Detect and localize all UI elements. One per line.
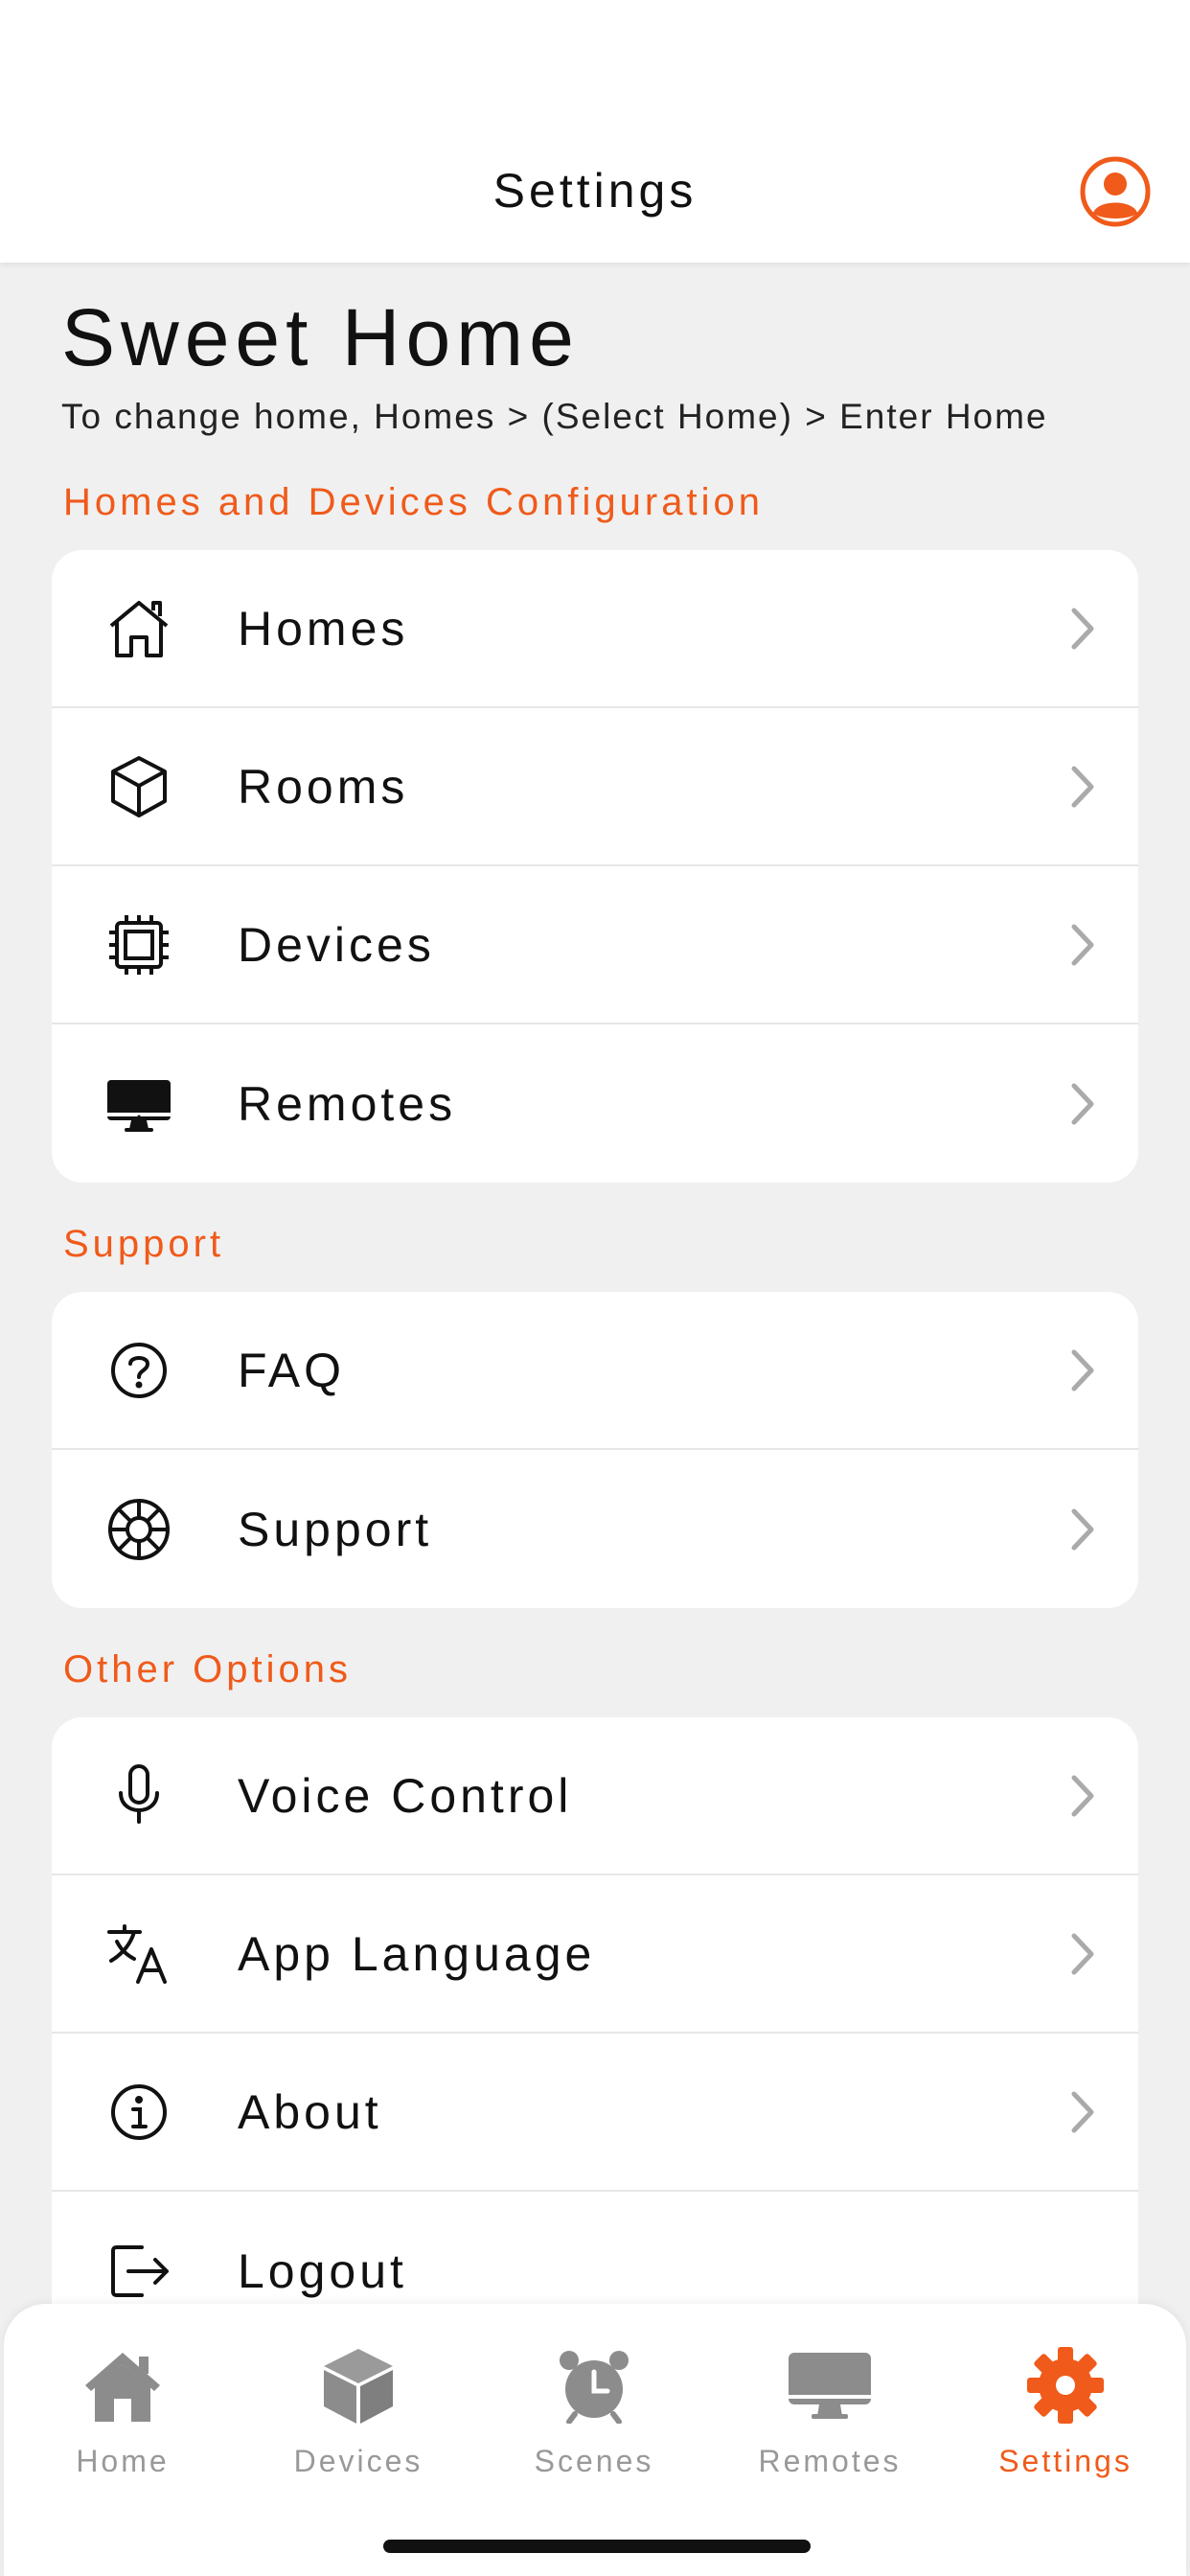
tab-scenes[interactable]: Scenes <box>479 2342 709 2486</box>
settings-item-remotes[interactable]: Remotes <box>52 1024 1138 1183</box>
settings-item-label: Support <box>238 1502 433 1556</box>
support-card: FAQ Support <box>52 1292 1138 1608</box>
tab-label: Devices <box>293 2444 423 2478</box>
chevron-right-icon <box>1065 921 1100 969</box>
settings-item-about[interactable]: About <box>52 2034 1138 2192</box>
monitor-icon <box>105 1070 172 1138</box>
tab-home[interactable]: Home <box>8 2342 238 2486</box>
info-circle-icon <box>105 2079 172 2146</box>
chevron-right-icon <box>1065 1930 1100 1978</box>
page-title: Settings <box>492 164 698 218</box>
section-label-support: Support <box>63 1223 225 1265</box>
profile-button[interactable] <box>1079 155 1152 228</box>
tab-label: Scenes <box>534 2444 654 2478</box>
settings-item-label: Rooms <box>238 759 409 814</box>
house-filled-icon <box>77 2342 169 2428</box>
chevron-right-icon <box>1065 605 1100 653</box>
cube-icon <box>105 753 172 820</box>
tab-settings[interactable]: Settings <box>950 2342 1180 2486</box>
section-label-configuration: Homes and Devices Configuration <box>63 481 764 523</box>
tab-label: Remotes <box>758 2444 902 2478</box>
chevron-right-icon <box>1065 1772 1100 1820</box>
settings-item-homes[interactable]: Homes <box>52 550 1138 708</box>
translate-icon <box>105 1920 172 1988</box>
settings-item-support[interactable]: Support <box>52 1450 1138 1608</box>
settings-item-label: Logout <box>238 2243 407 2298</box>
current-home-name: Sweet Home <box>61 292 580 382</box>
chip-icon <box>105 911 172 978</box>
bottom-tab-bar: Home Devices Scenes Remotes Settings <box>4 2304 1186 2576</box>
microphone-icon <box>105 1762 172 1829</box>
tab-label: Settings <box>998 2444 1133 2478</box>
chevron-right-icon <box>1065 763 1100 811</box>
settings-item-label: FAQ <box>238 1343 346 1397</box>
cube-filled-icon <box>312 2342 404 2428</box>
chevron-right-icon <box>1065 1346 1100 1394</box>
settings-screen: Settings Sweet Home To change home, Home… <box>0 0 1190 2576</box>
settings-item-label: Homes <box>238 601 409 656</box>
chevron-right-icon <box>1065 1080 1100 1128</box>
tab-devices[interactable]: Devices <box>243 2342 473 2486</box>
alarm-clock-icon <box>548 2342 640 2428</box>
top-bar: Settings <box>0 0 1190 263</box>
logout-icon <box>105 2238 172 2305</box>
question-circle-icon <box>105 1337 172 1404</box>
settings-item-label: Remotes <box>238 1076 457 1131</box>
configuration-card: Homes Rooms Devices Remotes <box>52 550 1138 1183</box>
monitor-filled-icon <box>784 2342 876 2428</box>
settings-item-label: Voice Control <box>238 1768 573 1823</box>
settings-item-app-language[interactable]: App Language <box>52 1875 1138 2034</box>
settings-item-label: Devices <box>238 917 435 972</box>
settings-item-faq[interactable]: FAQ <box>52 1292 1138 1450</box>
change-home-hint: To change home, Homes > (Select Home) > … <box>61 397 1048 436</box>
tab-remotes[interactable]: Remotes <box>715 2342 945 2486</box>
settings-item-rooms[interactable]: Rooms <box>52 708 1138 866</box>
chevron-right-icon <box>1065 2088 1100 2136</box>
house-icon <box>105 595 172 662</box>
user-circle-icon <box>1080 156 1151 227</box>
gear-icon <box>1019 2342 1111 2428</box>
section-label-other-options: Other Options <box>63 1648 353 1690</box>
tab-label: Home <box>76 2444 170 2478</box>
settings-item-devices[interactable]: Devices <box>52 866 1138 1024</box>
settings-item-voice-control[interactable]: Voice Control <box>52 1717 1138 1875</box>
other-options-card: Voice Control App Language About Logout <box>52 1717 1138 2388</box>
home-indicator <box>383 2540 811 2553</box>
settings-item-label: App Language <box>238 1926 596 1981</box>
chevron-right-icon <box>1065 1506 1100 1553</box>
settings-item-label: About <box>238 2084 382 2139</box>
lifebuoy-icon <box>105 1496 172 1563</box>
